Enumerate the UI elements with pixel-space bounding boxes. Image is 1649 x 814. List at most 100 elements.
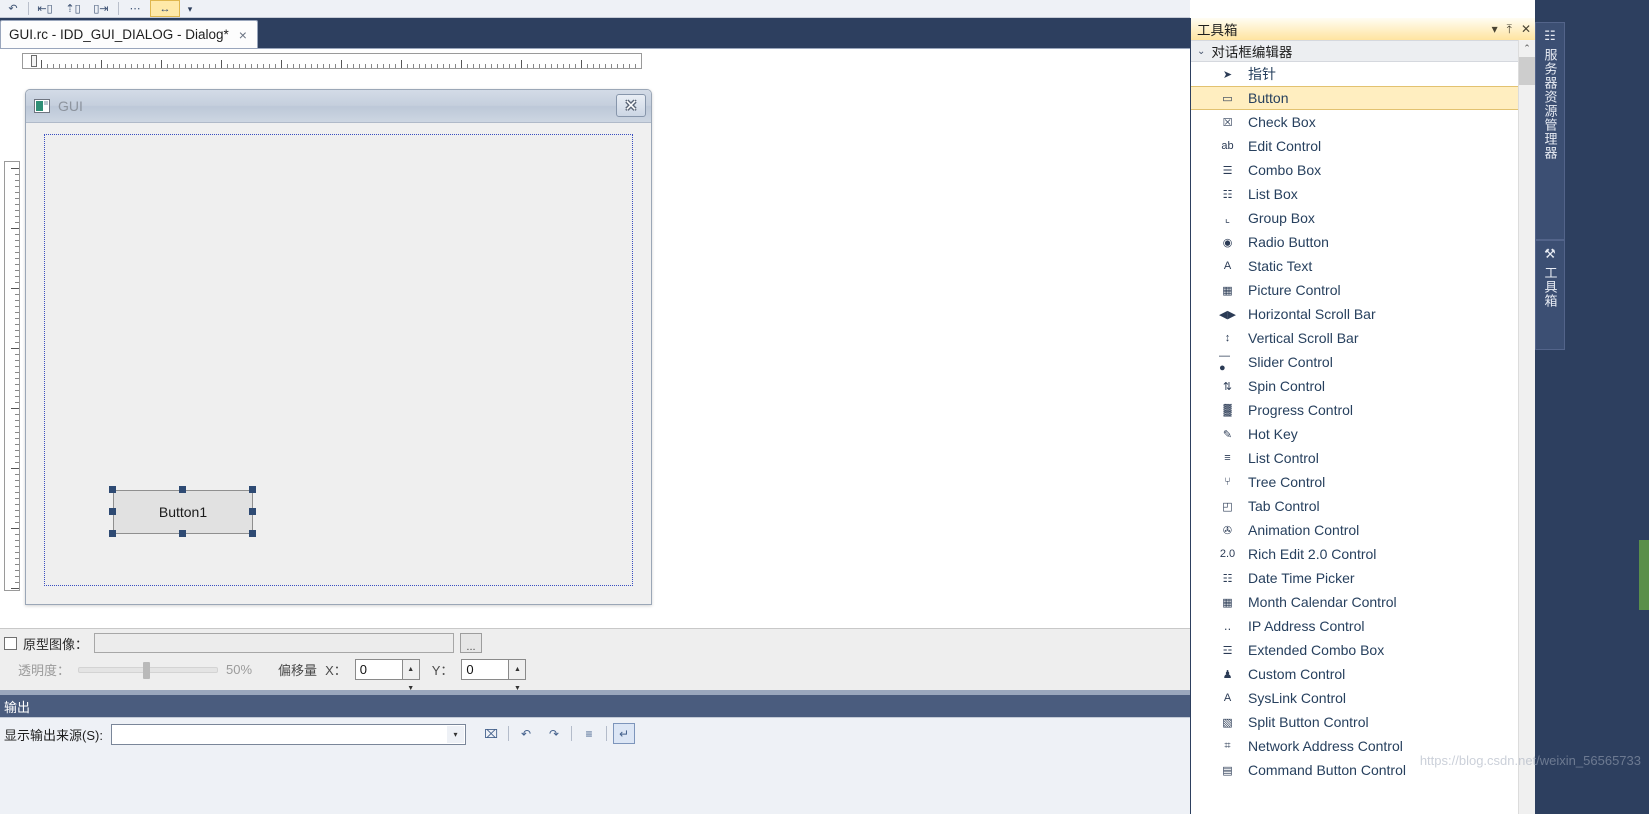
toolbox-item-rich-edit-2-0-control[interactable]: 2.0 Rich Edit 2.0 Control [1191,542,1535,566]
toolbar-separator [606,726,607,741]
toolbox-item-group-box[interactable]: ⌞ Group Box [1191,206,1535,230]
chevron-down-icon[interactable]: ⌄ [1197,46,1205,57]
toolbox-item-horizontal-scroll-bar[interactable]: ◀▶ Horizontal Scroll Bar [1191,302,1535,326]
output-source-combo[interactable]: ▾ [110,724,466,745]
toolbox-item-extended-combo-box[interactable]: ☲ Extended Combo Box [1191,638,1535,662]
minimap-scroll-indicator[interactable] [1639,540,1649,610]
prototype-image-path-input[interactable] [94,633,455,653]
spin-up-icon[interactable]: ▲ [407,660,414,679]
selection-handle-ne[interactable] [249,486,256,493]
scrollbar-thumb[interactable] [1519,57,1536,85]
toolbox-item-list-box[interactable]: ☷ List Box [1191,182,1535,206]
vertical-ruler[interactable] [4,161,20,591]
edited-dialog-window[interactable]: GUI ✕ Button1 [25,89,652,605]
prototype-image-browse-button[interactable]: ... [460,633,483,653]
toolbox-item-tree-control[interactable]: ⑂ Tree Control [1191,470,1535,494]
offset-y-input[interactable]: 0 ▲ ▼ [461,659,527,692]
clear-all-icon[interactable]: ⌧ [480,723,502,744]
prototype-image-bar: 原型图像： ... 透明度： 50% 偏移量 X： 0 ▲ ▼ Y： 0 ▲ ▼ [0,628,1190,692]
align-top-icon[interactable]: ⇡▯ [62,1,84,17]
dialog-client-area[interactable]: Button1 [44,134,633,586]
toolbox-category-dialog-editor[interactable]: ⌄ 对话框编辑器 [1191,40,1535,62]
toolbox-item-command-button-control[interactable]: ▤ Command Button Control [1191,758,1535,782]
toolbox-item-combo-box[interactable]: ☰ Combo Box [1191,158,1535,182]
chevron-down-icon[interactable]: ▾ [1492,23,1498,35]
ruler-tick [149,64,150,68]
toolbox-item-vertical-scroll-bar[interactable]: ↕ Vertical Scroll Bar [1191,326,1535,350]
ruler-tick [623,64,624,68]
selection-handle-nw[interactable] [109,486,116,493]
selection-handle-se[interactable] [249,530,256,537]
align-left-icon[interactable]: ⇤▯ [34,1,56,17]
offset-y-spinner[interactable]: ▲ ▼ [508,659,527,692]
toolbox-item-list[interactable]: ➤ 指针 ▭ Button ☒ Check Box ab Edit Control ☰ Combo… [1191,62,1535,814]
close-icon[interactable]: ✕ [1521,23,1531,35]
make-same-size-icon[interactable]: ▯⇥ [90,1,112,17]
clear-pane-icon[interactable]: ≡ [578,723,600,744]
toolbox-item-static-text[interactable]: A Static Text [1191,254,1535,278]
go-to-next-message-icon[interactable]: ↷ [543,723,565,744]
dots-icon[interactable]: ⋯ [124,1,146,17]
dock-tab-server-explorer[interactable]: ☷ 服务器资源管理器 [1535,22,1565,240]
toolbox-item-slider-control[interactable]: —● Slider Control [1191,350,1535,374]
go-to-previous-message-icon[interactable]: ↶ [515,723,537,744]
prototype-image-checkbox[interactable] [4,636,17,650]
output-pane-header[interactable]: 输出 [0,695,1190,717]
toolbox-item-[interactable]: ➤ 指针 [1191,62,1535,86]
transparency-slider-thumb[interactable] [143,661,151,679]
toolbox-item-check-box[interactable]: ☒ Check Box [1191,110,1535,134]
toolbox-item-label: SysLink Control [1248,690,1347,706]
selection-handle-s[interactable] [179,530,186,537]
horizontal-ruler[interactable]: {} [22,53,642,69]
offset-x-spinner[interactable]: ▲ ▼ [401,659,420,692]
undo-icon[interactable]: ↶ [2,1,24,17]
ruler-tick [15,492,19,493]
toolbar-overflow-icon[interactable]: ▾ [184,3,196,15]
ruler-tick [419,64,420,68]
transparency-slider[interactable] [78,661,219,679]
selection-handle-w[interactable] [109,508,116,515]
selection-handle-sw[interactable] [109,530,116,537]
toolbox-item-animation-control[interactable]: ✇ Animation Control [1191,518,1535,542]
toolbox-item-spin-control[interactable]: ⇅ Spin Control [1191,374,1535,398]
dock-tab-toolbox[interactable]: ⚒ 工具箱 [1535,240,1565,350]
dialog-designer-surface[interactable]: {} GUI ✕ Button1 [0,48,1190,628]
toolbox-item-tab-control[interactable]: ◰ Tab Control [1191,494,1535,518]
toolbox-item-split-button-control[interactable]: ▧ Split Button Control [1191,710,1535,734]
chevron-down-icon[interactable]: ▾ [446,726,464,743]
close-icon[interactable]: × [239,28,247,42]
toolbox-item-label: Slider Control [1248,354,1333,370]
toolbox-item-ip-address-control[interactable]: ‥ IP Address Control [1191,614,1535,638]
ruler-tick [11,168,19,169]
toolbox-item-network-address-control[interactable]: ⌗ Network Address Control [1191,734,1535,758]
toolbox-item-picture-control[interactable]: ▦ Picture Control [1191,278,1535,302]
toolbox-item-custom-control[interactable]: ♟ Custom Control [1191,662,1535,686]
spin-up-icon[interactable]: ▲ [514,660,521,679]
selection-handle-n[interactable] [179,486,186,493]
document-tab-gui-rc[interactable]: GUI.rc - IDD_GUI_DIALOG - Dialog* × [0,20,258,48]
pin-icon[interactable]: ⤒ [1507,23,1512,35]
ruler-tick [41,60,42,68]
dialog-close-icon[interactable]: ✕ [616,94,646,117]
scroll-up-icon[interactable]: ⌃ [1519,40,1535,57]
toolbox-item-month-calendar-control[interactable]: ▦ Month Calendar Control [1191,590,1535,614]
offset-x-input[interactable]: 0 ▲ ▼ [354,659,420,692]
toolbox-scrollbar[interactable]: ⌃ [1518,40,1536,814]
space-across-icon[interactable]: ↔ [154,1,176,17]
toolbox-item-radio-button[interactable]: ◉ Radio Button [1191,230,1535,254]
toolbox-item-syslink-control[interactable]: A SysLink Control [1191,686,1535,710]
toolbox-title-bar[interactable]: 工具箱 ▾ ⤒ ✕ [1191,18,1535,40]
toolbox-item-button[interactable]: ▭ Button [1191,86,1535,110]
ruler-guide-thumb[interactable] [31,55,37,67]
ruler-tick [347,64,348,68]
list-box-icon: ☷ [1222,188,1233,201]
ruler-tick [131,64,132,68]
toolbox-item-hot-key[interactable]: ✎ Hot Key [1191,422,1535,446]
toggle-word-wrap-icon[interactable]: ↵ [613,723,635,744]
selection-handle-e[interactable] [249,508,256,515]
toolbox-item-progress-control[interactable]: ▓ Progress Control [1191,398,1535,422]
toolbox-item-date-time-picker[interactable]: ☷ Date Time Picker [1191,566,1535,590]
toolbox-item-list-control[interactable]: ≡ List Control [1191,446,1535,470]
toolbox-item-edit-control[interactable]: ab Edit Control [1191,134,1535,158]
dialog-control-button1[interactable]: Button1 [113,490,253,534]
